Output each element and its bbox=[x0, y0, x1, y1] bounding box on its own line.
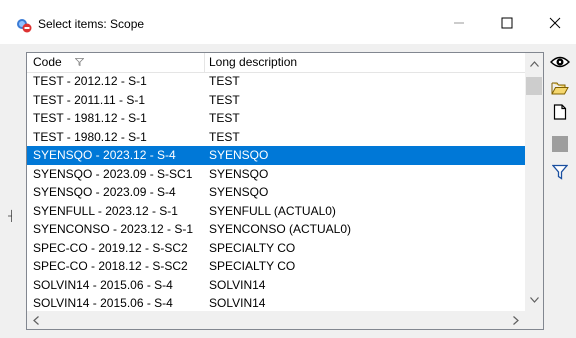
row-code: SYENSQO - 2023.09 - S-SC1 bbox=[33, 166, 193, 181]
row-description: SYENCONSO (ACTUAL0) bbox=[209, 222, 352, 236]
dialog-window: Select items: Scope Code Long descriptio… bbox=[0, 0, 576, 338]
minimize-button[interactable] bbox=[436, 8, 482, 38]
row-description: SPECIALTY CO bbox=[209, 259, 296, 273]
row-code: TEST - 2011.11 - S-1 bbox=[33, 92, 146, 107]
row-code: TEST - 1981.12 - S-1 bbox=[33, 111, 147, 125]
row-description: SPECIALTY CO bbox=[209, 240, 296, 255]
column-header-code[interactable]: Code bbox=[33, 53, 203, 72]
table-row[interactable]: SYENSQO - 2023.12 - S-4 SYENSQO bbox=[27, 146, 525, 165]
table-row[interactable]: SOLVIN14 - 2015.06 - S-4 SOLVIN14 bbox=[27, 276, 525, 295]
column-filter-icon[interactable] bbox=[74, 58, 85, 69]
row-code: SYENCONSO - 2023.12 - S-1 bbox=[33, 222, 194, 236]
row-description: SOLVIN14 bbox=[209, 296, 266, 310]
row-description: TEST bbox=[209, 74, 240, 88]
stop-button[interactable] bbox=[546, 134, 574, 156]
list-rows: TEST - 2012.12 - S-1 TEST TEST - 2011.11 -… bbox=[27, 72, 525, 313]
row-code: TEST - 1980.12 - S-1 bbox=[33, 129, 147, 144]
scroll-up-arrow-icon[interactable] bbox=[525, 55, 543, 73]
table-row[interactable]: TEST - 2011.11 - S-1 TEST bbox=[27, 91, 525, 110]
list-header: Code Long description bbox=[27, 53, 525, 73]
table-row[interactable]: TEST - 1981.12 - S-1 TEST bbox=[27, 109, 525, 128]
row-code: TEST - 2012.12 - S-1 bbox=[33, 74, 147, 88]
scroll-down-arrow-icon[interactable] bbox=[525, 291, 543, 309]
view-eye-button[interactable] bbox=[546, 52, 574, 74]
new-document-icon bbox=[553, 103, 567, 123]
row-code: SPEC-CO - 2018.12 - S-SC2 bbox=[33, 259, 188, 273]
open-folder-icon bbox=[551, 80, 569, 99]
scroll-right-arrow-icon[interactable] bbox=[507, 311, 525, 329]
row-code: SPEC-CO - 2019.12 - S-SC2 bbox=[33, 240, 188, 255]
filter-icon bbox=[551, 164, 569, 183]
row-description: SYENSQO bbox=[209, 148, 269, 162]
row-code: SOLVIN14 - 2015.06 - S-4 bbox=[33, 277, 173, 292]
row-description: SYENSQO bbox=[209, 185, 269, 199]
row-description: TEST bbox=[209, 129, 240, 144]
row-description: SOLVIN14 bbox=[209, 277, 266, 292]
row-code: SYENSQO - 2023.09 - S-4 bbox=[33, 185, 176, 199]
row-description: TEST bbox=[209, 111, 240, 125]
table-row[interactable]: SYENSQO - 2023.09 - S-SC1 SYENSQO bbox=[27, 165, 525, 184]
filter-button[interactable] bbox=[546, 162, 574, 184]
row-description: SYENSQO bbox=[209, 166, 269, 181]
table-row[interactable]: SYENCONSO - 2023.12 - S-1 SYENCONSO (ACTU… bbox=[27, 220, 525, 239]
close-button[interactable] bbox=[532, 8, 576, 38]
row-description: TEST bbox=[209, 92, 240, 107]
new-document-button[interactable] bbox=[546, 102, 574, 124]
eye-icon bbox=[550, 54, 570, 73]
column-header-description[interactable]: Long description bbox=[209, 53, 509, 72]
table-row[interactable]: TEST - 1980.12 - S-1 TEST bbox=[27, 128, 525, 147]
table-row[interactable]: SPEC-CO - 2019.12 - S-SC2 SPECIALTY CO bbox=[27, 239, 525, 258]
items-list[interactable]: Code Long description TEST - 2012.12 - S… bbox=[26, 52, 544, 330]
row-description: SYENFULL (ACTUAL0) bbox=[209, 203, 336, 218]
row-code: SYENSQO - 2023.12 - S-4 bbox=[33, 148, 176, 162]
scrollbar-thumb[interactable] bbox=[526, 77, 542, 95]
column-separator[interactable] bbox=[204, 53, 205, 72]
table-row[interactable]: TEST - 2012.12 - S-1 TEST bbox=[27, 72, 525, 91]
column-header-code-label: Code bbox=[33, 55, 62, 69]
table-row[interactable]: SOLVIN14 - 2015.06 - S-4 SOLVIN14 bbox=[27, 294, 525, 313]
scroll-left-arrow-icon[interactable] bbox=[27, 311, 45, 329]
table-row[interactable]: SYENSQO - 2023.09 - S-4 SYENSQO bbox=[27, 183, 525, 202]
maximize-button[interactable] bbox=[484, 8, 530, 38]
table-row[interactable]: SYENFULL - 2023.12 - S-1 SYENFULL (ACTUAL… bbox=[27, 202, 525, 221]
left-edge-mark: ┤ bbox=[8, 211, 16, 222]
title-bar: Select items: Scope bbox=[0, 0, 576, 44]
table-row[interactable]: SPEC-CO - 2018.12 - S-SC2 SPECIALTY CO bbox=[27, 257, 525, 276]
window-title: Select items: Scope bbox=[38, 17, 145, 31]
stop-icon bbox=[552, 135, 568, 155]
row-code: SYENFULL - 2023.12 - S-1 bbox=[33, 203, 178, 218]
horizontal-scrollbar[interactable] bbox=[27, 311, 525, 329]
vertical-scrollbar[interactable] bbox=[525, 53, 543, 311]
open-folder-button[interactable] bbox=[546, 78, 574, 100]
scrollbar-corner bbox=[525, 311, 543, 329]
app-icon bbox=[16, 17, 32, 33]
row-code: SOLVIN14 - 2015.06 - S-4 bbox=[33, 296, 173, 310]
